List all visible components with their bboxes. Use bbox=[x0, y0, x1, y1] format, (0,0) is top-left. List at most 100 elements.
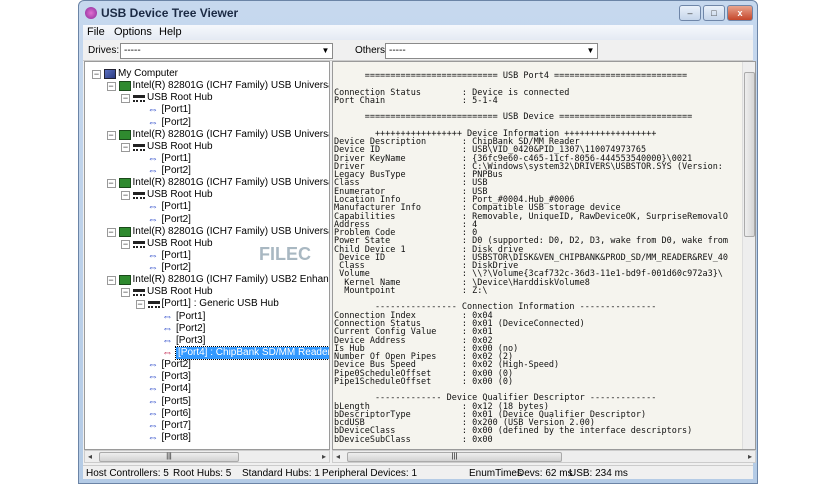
tree-item[interactable]: ⇔ [Port2] bbox=[85, 359, 329, 371]
tree-item[interactable]: − USB Root Hub bbox=[85, 141, 329, 153]
collapse-toggle[interactable]: − bbox=[121, 288, 130, 298]
tree-item-label[interactable]: [Port1] : Generic USB Hub bbox=[162, 298, 279, 310]
info-horizontal-scrollbar[interactable]: ◂ ||| ▸ bbox=[332, 450, 756, 463]
collapse-toggle[interactable]: − bbox=[106, 82, 116, 92]
usb-port-icon: ⇔ bbox=[162, 322, 173, 335]
collapse-toggle[interactable]: − bbox=[121, 239, 130, 249]
collapse-toggle[interactable]: − bbox=[121, 142, 130, 152]
collapse-toggle[interactable]: − bbox=[106, 227, 116, 237]
tree-item[interactable]: ⇔ [Port1] bbox=[85, 153, 329, 165]
tree-item-label[interactable]: [Port8] bbox=[162, 432, 191, 444]
tree-item[interactable]: ⇔ [Port6] bbox=[85, 408, 329, 420]
tree-item[interactable]: − Intel(R) 82801G (ICH7 Family) USB2 Enha… bbox=[85, 274, 329, 286]
tree-item-label[interactable]: [Port3] bbox=[176, 335, 205, 347]
tree-item[interactable]: − USB Root Hub bbox=[85, 286, 329, 298]
tree-item[interactable]: ⇔ [Port2] bbox=[85, 214, 329, 226]
tree-horizontal-scrollbar[interactable]: ◂ ||| ▸ bbox=[84, 450, 330, 463]
minimize-button[interactable]: – bbox=[679, 5, 701, 21]
tree-item-label[interactable]: USB Root Hub bbox=[147, 92, 213, 104]
tree-item-label[interactable]: [Port2] bbox=[162, 262, 191, 274]
collapse-toggle[interactable]: − bbox=[106, 130, 116, 140]
tree-item[interactable]: ⇔ [Port1] bbox=[85, 201, 329, 213]
tree-item-label[interactable]: USB Root Hub bbox=[147, 189, 213, 201]
tree-item[interactable]: ⇔ [Port1] bbox=[85, 104, 329, 116]
tree-item[interactable]: ⇔ [Port5] bbox=[85, 396, 329, 408]
tree-item-label[interactable]: USB Root Hub bbox=[147, 238, 213, 250]
tree-item[interactable]: − USB Root Hub bbox=[85, 238, 329, 250]
tree-item-label[interactable]: [Port2] bbox=[162, 117, 191, 129]
vertical-scrollbar[interactable] bbox=[742, 62, 755, 449]
menu-help[interactable]: Help bbox=[159, 26, 182, 38]
drives-dropdown[interactable]: ----- ▼ bbox=[120, 43, 333, 59]
scroll-left-icon[interactable]: ◂ bbox=[336, 451, 340, 463]
tree-item-label[interactable]: Intel(R) 82801G (ICH7 Family) USB Univer… bbox=[133, 129, 330, 141]
menu-file[interactable]: File bbox=[87, 26, 105, 38]
tree-item-label[interactable]: [Port5] bbox=[162, 396, 191, 408]
tree-item-label[interactable]: [Port2] bbox=[162, 214, 191, 226]
tree-item[interactable]: ⇔ [Port1] bbox=[85, 250, 329, 262]
collapse-toggle[interactable]: − bbox=[106, 276, 116, 286]
tree-item[interactable]: ⇔ [Port2] bbox=[85, 262, 329, 274]
tree-item-label[interactable]: [Port7] bbox=[162, 420, 191, 432]
tree-item[interactable]: − Intel(R) 82801G (ICH7 Family) USB Unive… bbox=[85, 226, 329, 238]
tree-item[interactable]: − Intel(R) 82801G (ICH7 Family) USB Unive… bbox=[85, 177, 329, 189]
tree-item-label[interactable]: USB Root Hub bbox=[147, 141, 213, 153]
tree-item-label[interactable]: [Port2] bbox=[162, 359, 191, 371]
others-dropdown[interactable]: ----- ▼ bbox=[385, 43, 598, 59]
tree-item-label[interactable]: USB Root Hub bbox=[147, 286, 213, 298]
tree-item[interactable]: ⇔ [Port1] bbox=[85, 311, 329, 323]
chevron-down-icon[interactable]: ▼ bbox=[584, 44, 597, 58]
tree-item-label[interactable]: Intel(R) 82801G (ICH7 Family) USB Univer… bbox=[133, 80, 330, 92]
tree-item-label[interactable]: [Port1] bbox=[176, 311, 205, 323]
tree-item[interactable]: ⇔ [Port2] bbox=[85, 323, 329, 335]
usb-port-icon: ⇔ bbox=[147, 104, 159, 117]
tree-item-label[interactable]: [Port4] bbox=[162, 383, 191, 395]
menu-options[interactable]: Options bbox=[114, 26, 152, 38]
tree-item[interactable]: ⇔ [Port3] bbox=[85, 371, 329, 383]
tree-item[interactable]: ⇔ [Port4] bbox=[85, 383, 329, 395]
tree-item-label[interactable]: My Computer bbox=[118, 68, 178, 80]
tree-item-label[interactable]: [Port6] bbox=[162, 408, 191, 420]
tree-item[interactable]: ⇔ [Port7] bbox=[85, 420, 329, 432]
device-tree[interactable]: − My Computer − Intel(R) 82801G (ICH7 Famil… bbox=[84, 61, 330, 450]
scroll-right-icon[interactable]: ▸ bbox=[322, 451, 326, 463]
scrollbar-thumb[interactable]: ||| bbox=[347, 452, 562, 462]
close-button[interactable]: x bbox=[727, 5, 753, 21]
scroll-left-icon[interactable]: ◂ bbox=[88, 451, 92, 463]
tree-item-label[interactable]: [Port2] bbox=[176, 323, 205, 335]
collapse-toggle[interactable]: − bbox=[135, 300, 145, 310]
scrollbar-thumb[interactable]: ||| bbox=[99, 452, 239, 462]
tree-item-label[interactable]: [Port3] bbox=[162, 371, 191, 383]
tree-item[interactable]: − USB Root Hub bbox=[85, 189, 329, 201]
tree-item-label[interactable]: Intel(R) 82801G (ICH7 Family) USB2 Enhan… bbox=[133, 274, 330, 286]
tree-item[interactable]: − [Port1] : Generic USB Hub bbox=[85, 298, 329, 310]
maximize-button[interactable]: □ bbox=[703, 5, 725, 21]
info-line: Mountpoint : Z:\ bbox=[334, 285, 488, 296]
tree-item[interactable]: ⇔ [Port2] bbox=[85, 165, 329, 177]
tree-item[interactable]: − Intel(R) 82801G (ICH7 Family) USB Unive… bbox=[85, 80, 329, 92]
tree-item[interactable]: ⇔ [Port8] bbox=[85, 432, 329, 444]
collapse-toggle[interactable]: − bbox=[92, 70, 101, 79]
collapse-toggle[interactable]: − bbox=[121, 94, 130, 104]
tree-item-label[interactable]: Intel(R) 82801G (ICH7 Family) USB Univer… bbox=[133, 177, 330, 189]
tree-item-label[interactable]: [Port1] bbox=[162, 250, 191, 262]
tree-item[interactable]: − My Computer bbox=[85, 68, 329, 80]
tree-item-label[interactable]: Intel(R) 82801G (ICH7 Family) USB Univer… bbox=[133, 226, 330, 238]
tree-item-label[interactable]: [Port4] : ChipBank SD/MM Reader - Z:\ bbox=[174, 345, 329, 360]
scrollbar-thumb[interactable] bbox=[744, 72, 755, 237]
tree-item-label[interactable]: [Port1] bbox=[162, 104, 191, 116]
collapse-toggle[interactable]: − bbox=[121, 191, 130, 201]
tree-item[interactable]: − USB Root Hub bbox=[85, 92, 329, 104]
scroll-right-icon[interactable]: ▸ bbox=[748, 451, 752, 463]
tree-item-label[interactable]: [Port2] bbox=[162, 165, 191, 177]
tree-item[interactable]: ⇔ [Port3] bbox=[85, 335, 329, 347]
usb-port-icon: ⇔ bbox=[147, 383, 159, 396]
tree-item[interactable]: − Intel(R) 82801G (ICH7 Family) USB Unive… bbox=[85, 129, 329, 141]
chevron-down-icon[interactable]: ▼ bbox=[319, 44, 332, 58]
tree-item[interactable]: ⇔[Port4] : ChipBank SD/MM Reader - Z:\ bbox=[85, 345, 329, 360]
tree-item-label[interactable]: [Port1] bbox=[162, 153, 191, 165]
tree-item[interactable]: ⇔ [Port2] bbox=[85, 117, 329, 129]
device-info-panel[interactable]: ========================== USB Port4 ===… bbox=[332, 61, 756, 450]
tree-item-label[interactable]: [Port1] bbox=[162, 201, 191, 213]
collapse-toggle[interactable]: − bbox=[106, 179, 116, 189]
